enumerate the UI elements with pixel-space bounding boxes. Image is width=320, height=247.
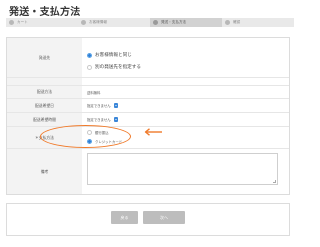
dropdown-arrow-icon[interactable] <box>113 103 118 108</box>
row-delivery-time: 配送希望時間 指定できません <box>7 113 289 127</box>
delivery-time-label: 配送希望時間 <box>7 113 82 126</box>
row-shipping-method: 配送方法 送料無料 <box>7 86 289 99</box>
step-dot-icon <box>81 20 86 25</box>
row-shipping-address: 発送先 お客様情報と同じ 別の発送先を指定する <box>7 38 289 78</box>
row-notes: 備考 <box>7 149 289 194</box>
next-button[interactable]: 次へ <box>143 211 185 224</box>
back-button[interactable]: 戻る <box>111 211 138 224</box>
radio-checked-icon[interactable] <box>87 52 92 58</box>
radio-same-as-customer[interactable]: お客様情報と同じ <box>87 52 132 58</box>
delivery-date-label: 配送希望日 <box>7 99 82 112</box>
notes-textarea[interactable] <box>87 153 278 185</box>
row-spacer <box>7 78 289 86</box>
shipping-method-value: 送料無料 <box>87 91 101 95</box>
delivery-date-select[interactable]: 指定できません <box>87 103 118 108</box>
page-title: 発送・支払方法 <box>9 7 81 18</box>
notes-label: 備考 <box>7 149 82 194</box>
step-dot-icon <box>153 20 158 25</box>
radio-unchecked-icon[interactable] <box>87 64 92 70</box>
row-delivery-date: 配送希望日 指定できません <box>7 99 289 113</box>
step-cart: カート <box>6 18 78 27</box>
resize-handle-icon[interactable] <box>273 180 276 183</box>
shipping-address-label: 発送先 <box>7 38 82 77</box>
highlight-ellipse <box>40 125 131 148</box>
step-confirm: 確認 <box>222 18 294 27</box>
left-arrow-icon <box>144 128 162 136</box>
checkout-steps: カート お客様情報 発送・支払方法 確認 <box>6 18 294 27</box>
delivery-time-select[interactable]: 指定できません <box>87 117 118 122</box>
step-dot-icon <box>225 20 230 25</box>
form-footer: 戻る 次へ <box>6 203 290 236</box>
shipping-method-label: 配送方法 <box>7 86 82 98</box>
step-dot-icon <box>9 20 14 25</box>
dropdown-arrow-icon[interactable] <box>113 117 118 122</box>
shipping-payment-form: 発送先 お客様情報と同じ 別の発送先を指定する 配送方法 送料無料 配送希望日 … <box>6 37 290 195</box>
radio-other-address[interactable]: 別の発送先を指定する <box>87 64 141 70</box>
step-customer-info: お客様情報 <box>78 18 150 27</box>
step-shipping-payment: 発送・支払方法 <box>150 18 222 27</box>
